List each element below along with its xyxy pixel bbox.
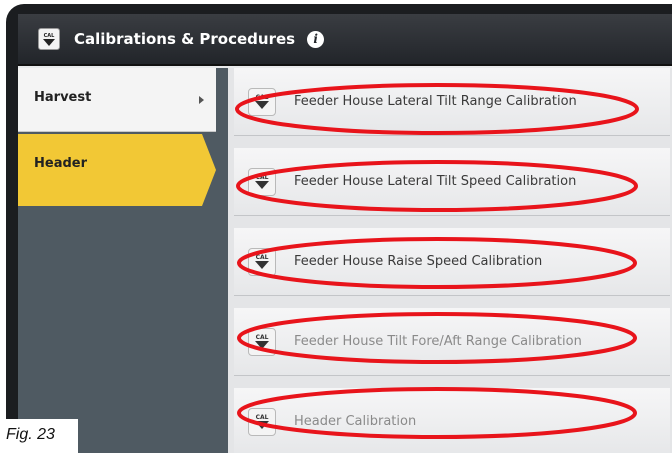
- figure-caption: Fig. 23: [0, 419, 78, 453]
- cal-icon-text: CAL: [255, 254, 269, 261]
- selection-pointer: [202, 134, 216, 206]
- down-arrow-icon: [255, 101, 269, 109]
- procedure-label: Feeder House Lateral Tilt Speed Calibrat…: [294, 174, 577, 189]
- cal-icon-text: CAL: [255, 414, 269, 421]
- cal-icon: CAL: [248, 167, 276, 196]
- display-screen: CAL Calibrations & Procedures i Harvest …: [18, 14, 672, 453]
- procedure-label: Feeder House Lateral Tilt Range Calibrat…: [294, 94, 577, 109]
- chevron-right-icon: [199, 96, 204, 104]
- page-title: Calibrations & Procedures: [74, 30, 296, 48]
- cal-icon: CAL: [38, 28, 60, 50]
- sidebar-item-harvest[interactable]: Harvest: [18, 68, 216, 132]
- procedure-item-header-calibration[interactable]: CAL Header Calibration: [234, 388, 670, 453]
- down-arrow-icon: [255, 421, 269, 429]
- down-arrow-icon: [255, 181, 269, 189]
- sidebar-item-header[interactable]: Header: [18, 134, 216, 206]
- cal-icon-text: CAL: [255, 94, 269, 101]
- cal-icon: CAL: [248, 407, 276, 436]
- procedure-item-tilt-fore-aft[interactable]: CAL Feeder House Tilt Fore/Aft Range Cal…: [234, 308, 670, 376]
- down-arrow-icon: [43, 38, 55, 46]
- procedure-item-raise-speed[interactable]: CAL Feeder House Raise Speed Calibration: [234, 228, 670, 296]
- title-bar: CAL Calibrations & Procedures i: [18, 14, 672, 66]
- cal-icon: CAL: [248, 247, 276, 276]
- procedure-item-lateral-tilt-range[interactable]: CAL Feeder House Lateral Tilt Range Cali…: [234, 68, 670, 136]
- cal-icon-text: CAL: [255, 334, 269, 341]
- down-arrow-icon: [255, 261, 269, 269]
- cal-icon: CAL: [248, 87, 276, 116]
- sidebar: Harvest Header: [18, 68, 228, 453]
- cal-icon: CAL: [248, 327, 276, 356]
- procedure-label: Feeder House Raise Speed Calibration: [294, 254, 543, 269]
- sidebar-item-label: Harvest: [34, 90, 92, 105]
- cal-icon-text: CAL: [255, 174, 269, 181]
- down-arrow-icon: [255, 341, 269, 349]
- sidebar-item-label: Header: [34, 156, 88, 171]
- procedure-item-lateral-tilt-speed[interactable]: CAL Feeder House Lateral Tilt Speed Cali…: [234, 148, 670, 216]
- procedure-list: CAL Feeder House Lateral Tilt Range Cali…: [228, 68, 672, 453]
- info-icon[interactable]: i: [307, 30, 325, 48]
- procedure-label: Header Calibration: [294, 414, 417, 429]
- procedure-label: Feeder House Tilt Fore/Aft Range Calibra…: [294, 334, 582, 349]
